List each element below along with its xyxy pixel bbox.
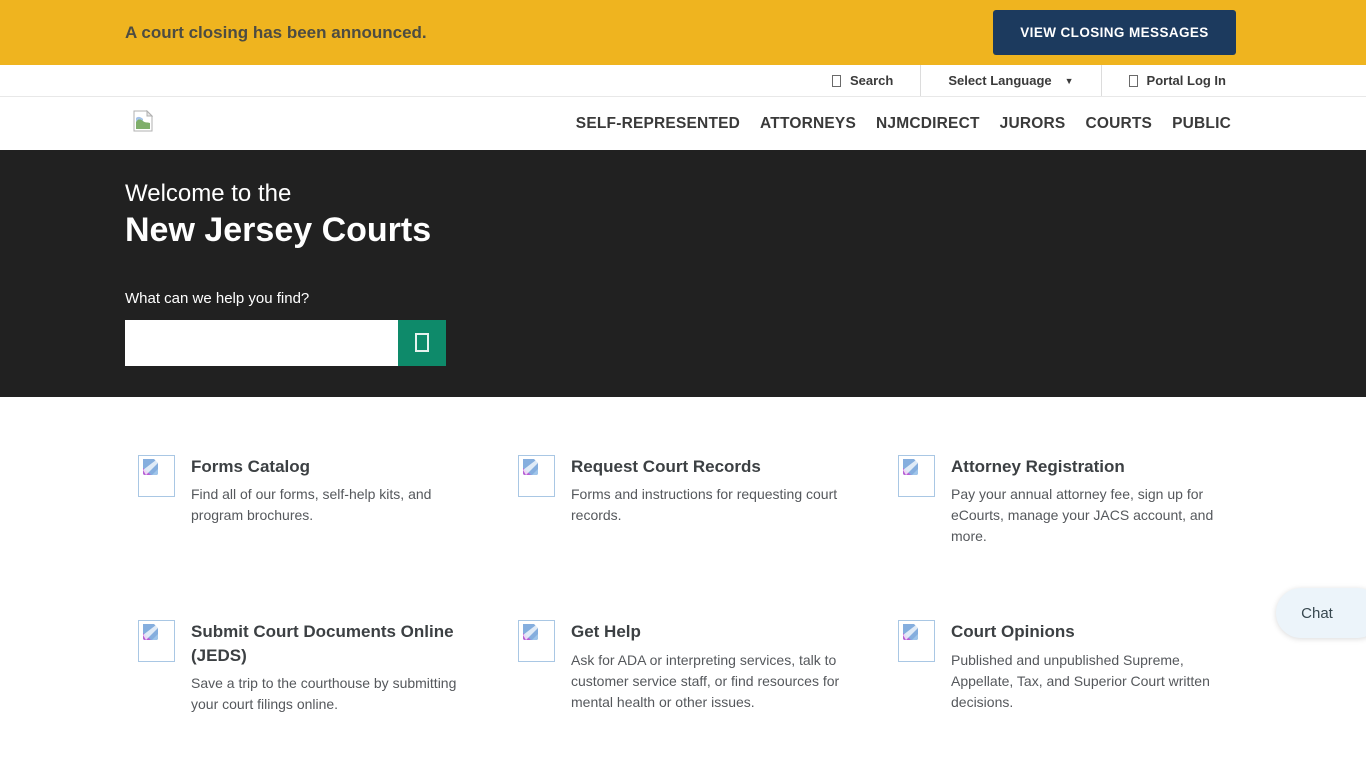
broken-image-icon xyxy=(901,458,921,478)
broken-image-icon xyxy=(521,623,541,643)
card-get-help[interactable]: Get Help Ask for ADA or interpreting ser… xyxy=(518,620,898,715)
card-description: Forms and instructions for requesting co… xyxy=(571,484,858,526)
cards-grid: Forms Catalog Find all of our forms, sel… xyxy=(138,455,1366,715)
card-icon-box xyxy=(138,455,175,497)
card-title[interactable]: Court Opinions xyxy=(951,620,1238,643)
broken-image-icon xyxy=(141,458,161,478)
card-request-court-records[interactable]: Request Court Records Forms and instruct… xyxy=(518,455,898,547)
card-icon-box xyxy=(518,455,555,497)
broken-image-icon xyxy=(901,623,921,643)
hero-search-prompt: What can we help you find? xyxy=(125,290,1366,307)
card-forms-catalog[interactable]: Forms Catalog Find all of our forms, sel… xyxy=(138,455,518,547)
card-title[interactable]: Attorney Registration xyxy=(951,455,1238,478)
card-icon-box xyxy=(898,455,935,497)
user-icon xyxy=(1129,75,1138,87)
broken-image-icon xyxy=(133,110,153,132)
hero-search-button[interactable] xyxy=(398,320,446,366)
nav-links: SELF-REPRESENTED ATTORNEYS NJMCDIRECT JU… xyxy=(576,115,1231,133)
card-submit-court-documents-jeds[interactable]: Submit Court Documents Online (JEDS) Sav… xyxy=(138,620,518,715)
utility-search[interactable]: Search xyxy=(805,65,920,96)
hero-search-form xyxy=(125,320,446,366)
closing-alert-banner: A court closing has been announced. VIEW… xyxy=(0,0,1366,65)
card-text: Request Court Records Forms and instruct… xyxy=(571,455,858,526)
view-closing-messages-button[interactable]: VIEW CLOSING MESSAGES xyxy=(993,10,1236,55)
closing-alert-message: A court closing has been announced. xyxy=(125,23,427,43)
hero-search-input[interactable] xyxy=(125,320,398,366)
utility-search-label: Search xyxy=(850,73,893,88)
card-description: Find all of our forms, self-help kits, a… xyxy=(191,484,478,526)
portal-login[interactable]: Portal Log In xyxy=(1102,65,1226,96)
card-text: Court Opinions Published and unpublished… xyxy=(951,620,1238,712)
portal-login-label: Portal Log In xyxy=(1147,73,1226,88)
hero-welcome-line: Welcome to the xyxy=(125,178,1366,209)
card-text: Attorney Registration Pay your annual at… xyxy=(951,455,1238,547)
card-icon-box xyxy=(518,620,555,662)
card-text: Forms Catalog Find all of our forms, sel… xyxy=(191,455,478,526)
card-text: Get Help Ask for ADA or interpreting ser… xyxy=(571,620,858,712)
card-description: Published and unpublished Supreme, Appel… xyxy=(951,650,1238,713)
utility-bar: Search Select Language ▼ Portal Log In xyxy=(0,65,1366,97)
card-icon-box xyxy=(138,620,175,662)
card-court-opinions[interactable]: Court Opinions Published and unpublished… xyxy=(898,620,1278,715)
language-selector[interactable]: Select Language ▼ xyxy=(921,65,1100,96)
broken-image-icon xyxy=(521,458,541,478)
main-navigation: SELF-REPRESENTED ATTORNEYS NJMCDIRECT JU… xyxy=(0,97,1366,150)
search-icon xyxy=(415,333,429,352)
card-description: Save a trip to the courthouse by submitt… xyxy=(191,673,478,715)
card-title[interactable]: Submit Court Documents Online (JEDS) xyxy=(191,620,478,667)
chevron-down-icon: ▼ xyxy=(1065,76,1074,86)
hero-section: Welcome to the New Jersey Courts What ca… xyxy=(0,150,1366,397)
search-icon xyxy=(832,75,841,87)
broken-image-icon xyxy=(141,623,161,643)
nav-item-public[interactable]: PUBLIC xyxy=(1172,115,1231,133)
card-title[interactable]: Forms Catalog xyxy=(191,455,478,478)
nav-item-njmcdirect[interactable]: NJMCDIRECT xyxy=(876,115,980,133)
card-text: Submit Court Documents Online (JEDS) Sav… xyxy=(191,620,478,715)
nav-item-attorneys[interactable]: ATTORNEYS xyxy=(760,115,856,133)
nav-item-courts[interactable]: COURTS xyxy=(1085,115,1152,133)
card-description: Ask for ADA or interpreting services, ta… xyxy=(571,650,858,713)
card-icon-box xyxy=(898,620,935,662)
site-logo[interactable] xyxy=(133,110,153,137)
nav-item-self-represented[interactable]: SELF-REPRESENTED xyxy=(576,115,740,133)
page-title: New Jersey Courts xyxy=(125,209,1366,252)
language-selector-label: Select Language xyxy=(948,73,1051,88)
card-attorney-registration[interactable]: Attorney Registration Pay your annual at… xyxy=(898,455,1278,547)
card-title[interactable]: Get Help xyxy=(571,620,858,643)
quick-links-section: Forms Catalog Find all of our forms, sel… xyxy=(0,397,1366,715)
card-description: Pay your annual attorney fee, sign up fo… xyxy=(951,484,1238,547)
chat-button[interactable]: Chat xyxy=(1276,588,1366,638)
nav-item-jurors[interactable]: JURORS xyxy=(1000,115,1066,133)
card-title[interactable]: Request Court Records xyxy=(571,455,858,478)
